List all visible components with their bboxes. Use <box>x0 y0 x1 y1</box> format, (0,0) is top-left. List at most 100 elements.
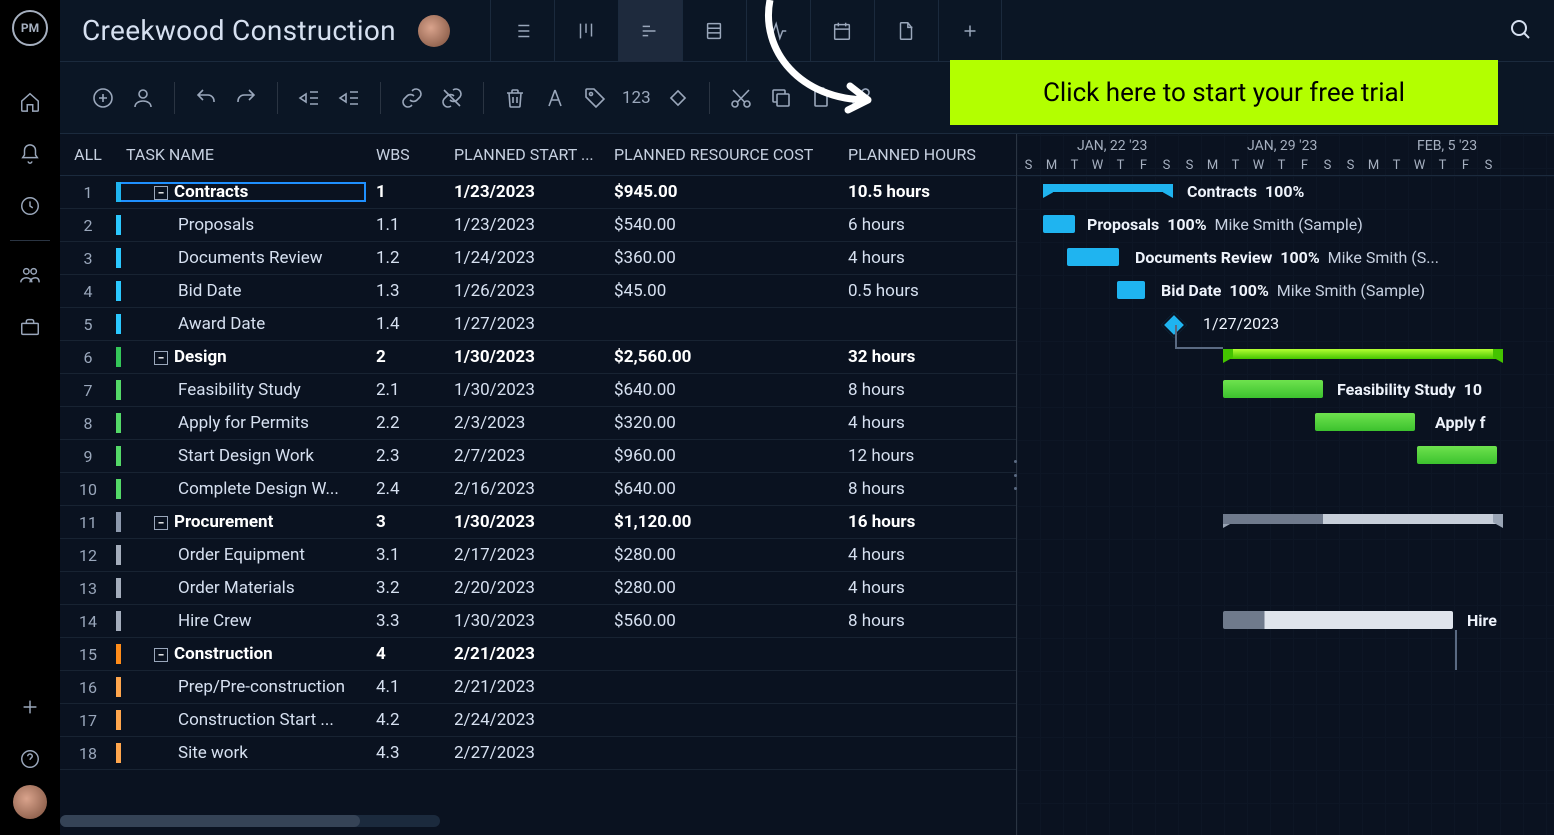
gantt-day-label: S <box>1477 158 1500 173</box>
col-header-task[interactable]: TASK NAME <box>116 145 366 164</box>
pane-resize-handle[interactable] <box>1011 460 1021 490</box>
gantt-timescale: JAN, 22 '23 JAN, 29 '23 FEB, 5 '23 SMTWT… <box>1017 134 1554 176</box>
gantt-bar-proposals[interactable] <box>1043 215 1075 233</box>
board-view-tab[interactable] <box>554 0 618 62</box>
attach-icon[interactable] <box>844 86 878 110</box>
horizontal-scrollbar[interactable] <box>60 815 440 827</box>
search-icon[interactable] <box>1508 17 1532 45</box>
task-name-cell: Start Design Work <box>178 446 314 466</box>
unlink-icon[interactable] <box>435 86 469 110</box>
gantt-label-feasibility: Feasibility Study 10 <box>1337 380 1482 399</box>
gantt-summary-contracts[interactable] <box>1043 184 1173 192</box>
gantt-day-label: S <box>1178 158 1201 173</box>
gantt-bar-feasibility[interactable] <box>1223 380 1323 398</box>
table-row[interactable]: 10Complete Design W...2.42/16/2023$640.0… <box>60 473 1016 506</box>
plus-icon[interactable] <box>0 681 60 733</box>
task-name-cell: Procurement <box>174 512 273 532</box>
table-row[interactable]: 2Proposals1.11/23/2023$540.006 hours <box>60 209 1016 242</box>
cut-icon[interactable] <box>724 86 758 110</box>
redo-icon[interactable] <box>229 86 263 110</box>
table-row[interactable]: 3Documents Review1.21/24/2023$360.004 ho… <box>60 242 1016 275</box>
collapse-icon[interactable]: − <box>154 186 168 200</box>
table-row[interactable]: 6−Design21/30/2023$2,560.0032 hours <box>60 341 1016 374</box>
task-name-cell: Feasibility Study <box>178 380 301 400</box>
logo[interactable]: PM <box>12 10 48 46</box>
task-name-cell: Proposals <box>178 215 254 235</box>
delete-icon[interactable] <box>498 86 532 110</box>
outdent-icon[interactable] <box>292 86 326 110</box>
project-owner-avatar[interactable] <box>418 15 450 47</box>
assign-icon[interactable] <box>126 86 160 110</box>
col-header-cost[interactable]: PLANNED RESOURCE COST <box>604 145 838 164</box>
copy-icon[interactable] <box>764 86 798 110</box>
gantt-day-label: T <box>1385 158 1408 173</box>
file-view-tab[interactable] <box>874 0 938 62</box>
collapse-icon[interactable]: − <box>154 516 168 530</box>
gantt-day-label: T <box>1109 158 1132 173</box>
app-sidebar: PM <box>0 0 60 835</box>
dashboard-view-tab[interactable] <box>746 0 810 62</box>
undo-icon[interactable] <box>189 86 223 110</box>
gantt-bar-apply[interactable] <box>1315 413 1415 431</box>
gantt-day-label: W <box>1247 158 1270 173</box>
people-icon[interactable] <box>0 249 60 301</box>
user-avatar[interactable] <box>13 785 47 819</box>
table-row[interactable]: 11−Procurement31/30/2023$1,120.0016 hour… <box>60 506 1016 539</box>
gantt-bar-startdesign[interactable] <box>1417 446 1497 464</box>
project-header: Creekwood Construction <box>60 0 1554 62</box>
sheet-view-tab[interactable] <box>682 0 746 62</box>
table-row[interactable]: 4Bid Date1.31/26/2023$45.000.5 hours <box>60 275 1016 308</box>
table-row[interactable]: 9Start Design Work2.32/7/2023$960.0012 h… <box>60 440 1016 473</box>
col-header-hours[interactable]: PLANNED HOURS <box>838 145 1010 164</box>
gantt-bar-hire[interactable] <box>1223 611 1453 629</box>
task-name-cell: Hire Crew <box>178 611 252 631</box>
gantt-bar-docs[interactable] <box>1067 248 1119 266</box>
gantt-chart[interactable]: JAN, 22 '23 JAN, 29 '23 FEB, 5 '23 SMTWT… <box>1016 134 1554 835</box>
task-name-cell: Apply for Permits <box>178 413 309 433</box>
cta-banner[interactable]: Click here to start your free trial <box>950 60 1498 125</box>
calendar-view-tab[interactable] <box>810 0 874 62</box>
table-row[interactable]: 1−Contracts11/23/2023$945.0010.5 hours <box>60 176 1016 209</box>
home-icon[interactable] <box>0 76 60 128</box>
gantt-day-label: S <box>1339 158 1362 173</box>
task-name-cell: Site work <box>178 743 248 763</box>
col-header-all[interactable]: ALL <box>60 145 116 164</box>
col-header-wbs[interactable]: WBS <box>366 145 444 164</box>
table-row[interactable]: 14Hire Crew3.31/30/2023$560.008 hours <box>60 605 1016 638</box>
tag-icon[interactable] <box>578 86 612 110</box>
gantt-day-label: M <box>1040 158 1063 173</box>
collapse-icon[interactable]: − <box>154 351 168 365</box>
col-header-start[interactable]: PLANNED START ... <box>444 145 604 164</box>
indent-icon[interactable] <box>332 86 366 110</box>
add-view-tab[interactable] <box>938 0 1002 62</box>
collapse-icon[interactable]: − <box>154 648 168 662</box>
briefcase-icon[interactable] <box>0 301 60 353</box>
paste-icon[interactable] <box>804 86 838 110</box>
gantt-day-label: T <box>1270 158 1293 173</box>
add-task-icon[interactable] <box>86 86 120 110</box>
gantt-view-tab[interactable] <box>618 0 682 62</box>
milestone-icon[interactable] <box>661 86 695 110</box>
divider <box>10 240 50 241</box>
table-header-row: ALL TASK NAME WBS PLANNED START ... PLAN… <box>60 134 1016 176</box>
task-name-cell: Complete Design W... <box>178 479 339 499</box>
table-row[interactable]: 15−Construction42/21/2023 <box>60 638 1016 671</box>
number-icon[interactable]: 123 <box>618 88 655 108</box>
task-table: ALL TASK NAME WBS PLANNED START ... PLAN… <box>60 134 1016 835</box>
table-row[interactable]: 5Award Date1.41/27/2023 <box>60 308 1016 341</box>
table-row[interactable]: 7Feasibility Study2.11/30/2023$640.008 h… <box>60 374 1016 407</box>
text-icon[interactable] <box>538 86 572 110</box>
list-view-tab[interactable] <box>490 0 554 62</box>
bell-icon[interactable] <box>0 128 60 180</box>
help-icon[interactable] <box>0 733 60 785</box>
link-icon[interactable] <box>395 86 429 110</box>
table-row[interactable]: 18Site work4.32/27/2023 <box>60 737 1016 770</box>
table-row[interactable]: 12Order Equipment3.12/17/2023$280.004 ho… <box>60 539 1016 572</box>
table-row[interactable]: 17Construction Start ...4.22/24/2023 <box>60 704 1016 737</box>
gantt-summary-design[interactable] <box>1223 349 1503 359</box>
table-row[interactable]: 16Prep/Pre-construction4.12/21/2023 <box>60 671 1016 704</box>
clock-icon[interactable] <box>0 180 60 232</box>
table-row[interactable]: 8Apply for Permits2.22/3/2023$320.004 ho… <box>60 407 1016 440</box>
table-row[interactable]: 13Order Materials3.22/20/2023$280.004 ho… <box>60 572 1016 605</box>
gantt-bar-bid[interactable] <box>1117 281 1145 299</box>
